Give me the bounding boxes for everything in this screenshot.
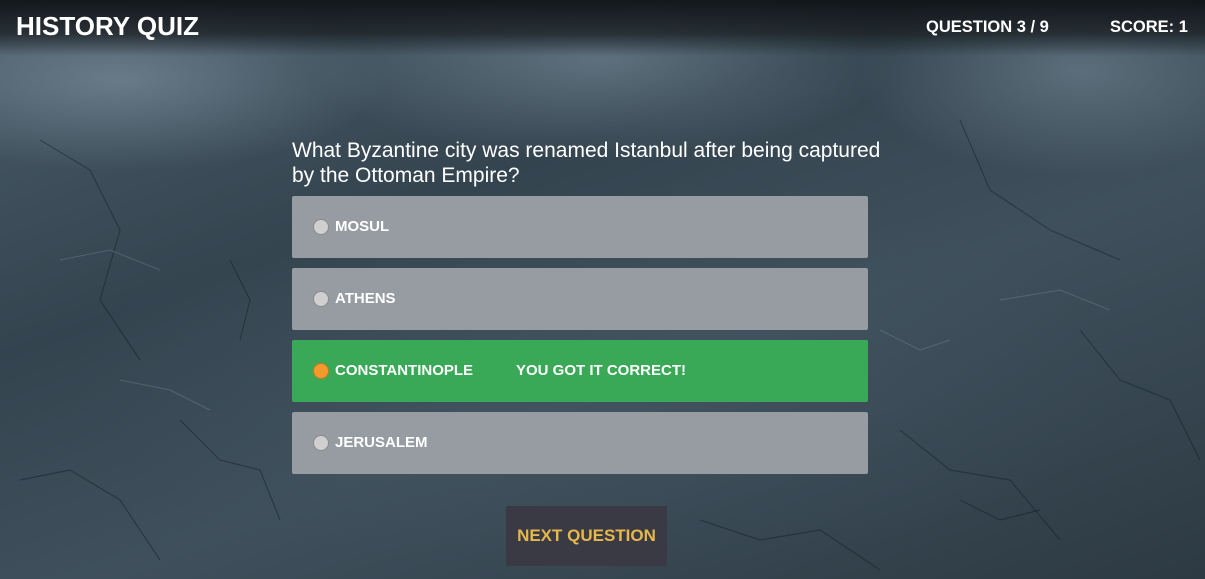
top-bar: HISTORY QUIZ QUESTION 3 / 9 SCORE: 1 (0, 0, 1205, 56)
answer-option-mosul[interactable]: MOSUL (292, 196, 868, 258)
correct-feedback: YOU GOT IT CORRECT! (516, 362, 686, 379)
answer-option-constantinople[interactable]: CONSTANTINOPLE YOU GOT IT CORRECT! (292, 340, 868, 402)
radio-button[interactable] (313, 291, 329, 307)
quiz-title: HISTORY QUIZ (16, 11, 199, 41)
radio-button-selected[interactable] (313, 363, 329, 379)
score-display: SCORE: 1 (1110, 18, 1188, 36)
question-progress: QUESTION 3 / 9 (926, 18, 1049, 36)
radio-button[interactable] (313, 435, 329, 451)
answer-label: MOSUL (335, 218, 390, 235)
answer-label: CONSTANTINOPLE (335, 362, 474, 379)
answer-option-athens[interactable]: ATHENS (292, 268, 868, 330)
question-text: What Byzantine city was renamed Istanbul… (292, 139, 881, 187)
answer-label: JERUSALEM (335, 434, 428, 451)
radio-button[interactable] (313, 219, 329, 235)
next-question-button[interactable]: NEXT QUESTION (506, 506, 667, 566)
answer-option-jerusalem[interactable]: JERUSALEM (292, 412, 868, 474)
answer-label: ATHENS (335, 290, 396, 307)
